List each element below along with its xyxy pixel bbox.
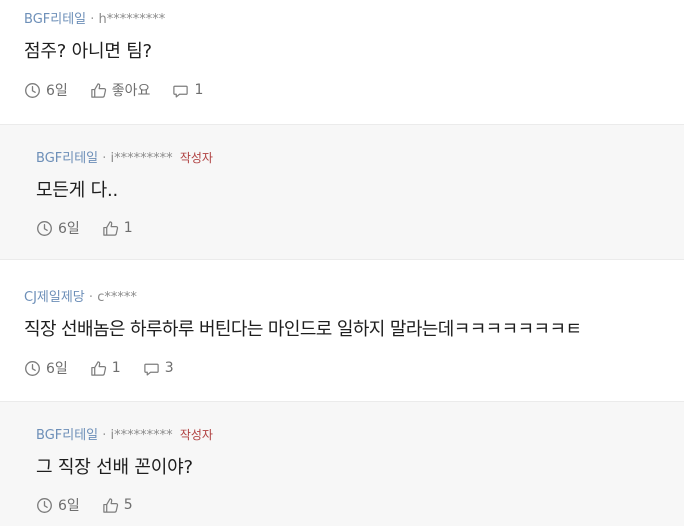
- comment-actions: 6일 1 3: [24, 358, 196, 378]
- like-button[interactable]: 5: [102, 497, 133, 514]
- like-label: 좋아요: [111, 83, 151, 99]
- like-count: 1: [111, 360, 121, 376]
- thumbs-up-icon: [103, 497, 118, 513]
- reply-count: 3: [164, 360, 174, 376]
- like-count: 1: [123, 220, 133, 236]
- like-button[interactable]: 좋아요: [90, 80, 151, 100]
- comment-actions: 6일 5: [36, 495, 155, 515]
- like-button[interactable]: 1: [102, 220, 133, 237]
- meta-separator: ·: [90, 12, 95, 27]
- comment-meta: BGF리테일 · h*********: [24, 8, 165, 27]
- company-name[interactable]: BGF리테일: [36, 428, 98, 443]
- reply-item: BGF리테일 · i********* 작성자 그 직장 선배 꼰이야? 6일 …: [0, 402, 684, 526]
- time-info: 6일: [36, 495, 80, 515]
- author-badge: 작성자: [179, 428, 213, 442]
- comment-time: 6일: [46, 83, 68, 99]
- user-name: i*********: [110, 151, 173, 166]
- clock-icon: [37, 220, 52, 236]
- clock-icon: [25, 360, 40, 376]
- meta-separator: ·: [102, 151, 107, 166]
- like-count: 5: [123, 497, 133, 513]
- user-name: c*****: [97, 290, 137, 305]
- meta-separator: ·: [102, 428, 107, 443]
- clock-icon: [37, 497, 52, 513]
- comment-text: 직장 선배놈은 하루하루 버틴다는 마인드로 일하지 말라는데ㅋㅋㅋㅋㅋㅋㅋㅌ: [24, 319, 582, 340]
- comment-text: 점주? 아니면 팀?: [24, 41, 152, 62]
- thumbs-up-icon: [91, 360, 106, 376]
- like-button[interactable]: 1: [90, 360, 121, 377]
- comment-meta: BGF리테일 · i********* 작성자: [36, 424, 213, 443]
- author-badge: 작성자: [179, 151, 213, 165]
- reply-item: BGF리테일 · i********* 작성자 모든게 다.. 6일 1: [0, 125, 684, 260]
- reply-count: 1: [194, 82, 204, 98]
- time-info: 6일: [24, 80, 68, 100]
- reply-button[interactable]: 1: [172, 82, 203, 99]
- comment-time: 6일: [58, 498, 80, 514]
- thumbs-up-icon: [103, 220, 118, 236]
- comment-item: BGF리테일 · h********* 점주? 아니면 팀? 6일 좋아요 1: [0, 0, 684, 125]
- comment-time: 6일: [46, 361, 68, 377]
- company-name[interactable]: BGF리테일: [36, 151, 98, 166]
- comment-bubble-icon: [173, 85, 189, 98]
- user-name: h*********: [98, 12, 166, 27]
- clock-icon: [25, 82, 40, 98]
- comment-actions: 6일 1: [36, 218, 155, 238]
- meta-separator: ·: [88, 290, 94, 305]
- comment-time: 6일: [58, 221, 80, 237]
- company-name[interactable]: CJ제일제당: [24, 290, 85, 305]
- comment-meta: BGF리테일 · i********* 작성자: [36, 147, 213, 166]
- user-name: i*********: [110, 428, 173, 443]
- time-info: 6일: [24, 358, 68, 378]
- comment-text: 모든게 다..: [36, 180, 119, 201]
- comment-meta: CJ제일제당 · c*****: [24, 286, 137, 305]
- company-name[interactable]: BGF리테일: [24, 12, 86, 27]
- time-info: 6일: [36, 218, 80, 238]
- comment-item: CJ제일제당 · c***** 직장 선배놈은 하루하루 버틴다는 마인드로 일…: [0, 260, 684, 402]
- thumbs-up-icon: [91, 82, 106, 98]
- comment-actions: 6일 좋아요 1: [24, 80, 225, 100]
- comment-bubble-icon: [143, 363, 159, 376]
- reply-button[interactable]: 3: [143, 360, 174, 377]
- comment-text: 그 직장 선배 꼰이야?: [36, 457, 193, 478]
